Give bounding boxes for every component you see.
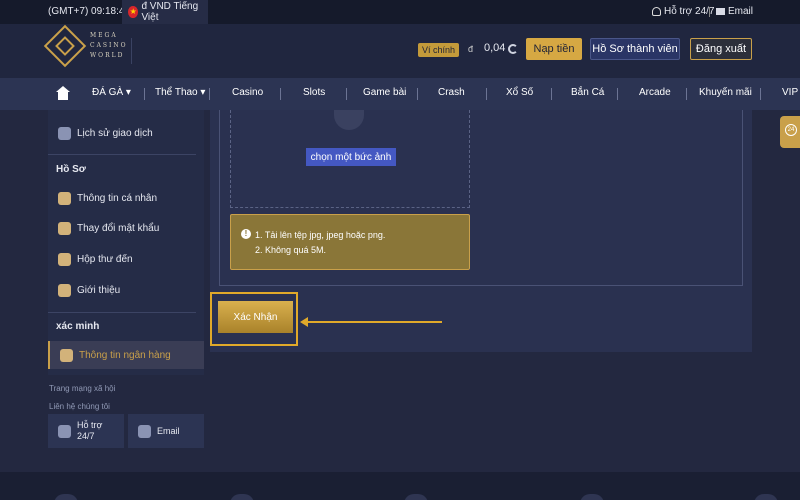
nav-item-arcade[interactable]: Arcade [639,87,671,98]
main-nav: ĐÁ GÀ ▾ Thể Thao ▾ Casino Slots Game bài… [0,78,800,110]
sidebar-item-bank-info[interactable]: Thông tin ngân hàng [48,341,204,369]
nav-divider [551,88,552,100]
logo-mark-icon [43,24,87,68]
nav-divider [417,88,418,100]
email-contact-button[interactable]: Email [128,414,204,448]
logout-button[interactable]: Đăng xuất [690,38,752,60]
nav-divider [144,88,145,100]
nav-item-ban-ca[interactable]: Bắn Cá [571,87,604,98]
wallet-label: Ví chính [418,43,460,57]
clock-24-icon: 24 [785,124,797,136]
receipt-icon [58,126,71,140]
logo-line: WORLD [90,52,125,59]
wallet-balance: 0,04 [484,42,506,54]
contact-heading: Liên hệ chúng tôi [49,402,110,411]
support-link[interactable]: Hỗ trợ 24/7 [652,6,714,17]
divider [48,312,196,313]
gift-icon [58,283,71,297]
mail-icon [716,8,725,15]
logo-text: MEGA CASINO WORLD [90,31,128,61]
home-icon[interactable] [56,86,70,100]
nav-divider [617,88,618,100]
info-line: 1. Tải lên tệp jpg, jpeg hoặc png. [255,230,386,240]
section-heading-verify: xác minh [56,321,100,332]
email-link[interactable]: Email [716,6,753,17]
sidebar-item-inbox[interactable]: Hộp thư đến [48,245,204,273]
nav-divider [686,88,687,100]
bank-icon [60,348,73,362]
account-sidebar: Lịch sử giao dịch Hồ Sơ Thông tin cá nhâ… [48,110,204,375]
nav-item-crash[interactable]: Crash [438,87,465,98]
nav-item-game-bai[interactable]: Game bài [363,87,406,98]
divider [131,38,132,64]
inbox-icon [58,252,71,266]
footer [0,472,800,500]
divider [48,154,196,155]
vietnam-flag-icon: ★ [128,6,139,18]
refresh-icon[interactable] [508,44,518,54]
sidebar-item-label: Giới thiệu [77,284,121,296]
choose-image-button[interactable]: chọn một bức ảnh [306,148,396,166]
nav-item-the-thao[interactable]: Thể Thao ▾ [155,87,205,98]
lock-icon [58,221,71,235]
label-line: Hỗ trợ [77,420,103,430]
support-label: Hỗ trợ 24/7 [664,6,715,17]
mail-icon [138,424,151,438]
section-heading-profile: Hồ Sơ [56,164,86,175]
header: MEGA CASINO WORLD Ví chính đ 0,04 Nạp ti… [0,24,800,78]
sidebar-item-label: Thông tin cá nhân [77,192,158,204]
social-heading: Trang mạng xã hội [49,384,116,393]
sidebar-item-change-password[interactable]: Thay đổi mật khẩu [48,214,204,242]
sidebar-item-referral[interactable]: Giới thiệu [48,276,204,304]
language-label: đ VND Tiếng Việt [141,1,199,23]
deposit-button[interactable]: Nạp tiền [526,38,582,60]
confirm-button[interactable]: Xác Nhận [218,301,293,333]
language-selector[interactable]: ★ đ VND Tiếng Việt [122,0,208,24]
wallet-currency: đ [468,44,474,54]
nav-item-slots[interactable]: Slots [303,87,325,98]
nav-divider [760,88,761,100]
top-bar: (GMT+7) 09:18:42 ★ đ VND Tiếng Việt Hỗ t… [0,0,800,24]
clock: (GMT+7) 09:18:42 [48,6,130,17]
divider [709,7,710,17]
pointer-arrow [304,321,442,323]
profile-button[interactable]: Hồ Sơ thành viên [590,38,680,60]
nav-divider [209,88,210,100]
email-label: Email [728,6,754,17]
nav-divider [346,88,347,100]
sidebar-item-label: Thay đổi mật khẩu [77,222,160,234]
arrow-head-icon [300,317,308,327]
logo-line: MEGA [90,32,118,39]
upload-info-box: ! 1. Tải lên tệp jpg, jpeg hoặc png. 2. … [230,214,470,270]
nav-item-vip[interactable]: VIP [782,87,798,98]
nav-divider [280,88,281,100]
info-icon: ! [241,229,251,239]
sidebar-item-personal-info[interactable]: Thông tin cá nhân [48,184,204,212]
logo-line: CASINO [90,42,128,49]
support-contact-label: Hỗ trợ 24/7 [77,420,102,442]
nav-item-khuyen-mai[interactable]: Khuyến mãi [699,87,752,98]
email-contact-label: Email [157,426,180,436]
label-line: 24/7 [77,431,95,441]
sidebar-item-label: Lịch sử giao dịch [77,127,153,139]
support-contact-button[interactable]: Hỗ trợ 24/7 [48,414,124,448]
nav-item-da-ga[interactable]: ĐÁ GÀ ▾ [92,87,131,98]
sidebar-item-label: Thông tin ngân hàng [79,349,171,361]
nav-item-xo-so[interactable]: Xổ Số [506,87,533,98]
sidebar-item-label: Hộp thư đến [77,253,133,265]
info-line: 2. Không quá 5M. [255,245,327,255]
headset-icon [652,7,661,16]
nav-item-casino[interactable]: Casino [232,87,263,98]
sidebar-item-history[interactable]: Lịch sử giao dịch [48,119,204,147]
nav-divider [486,88,487,100]
logo[interactable]: MEGA CASINO WORLD [43,24,128,68]
user-icon [58,191,71,205]
chat-icon [58,424,71,438]
